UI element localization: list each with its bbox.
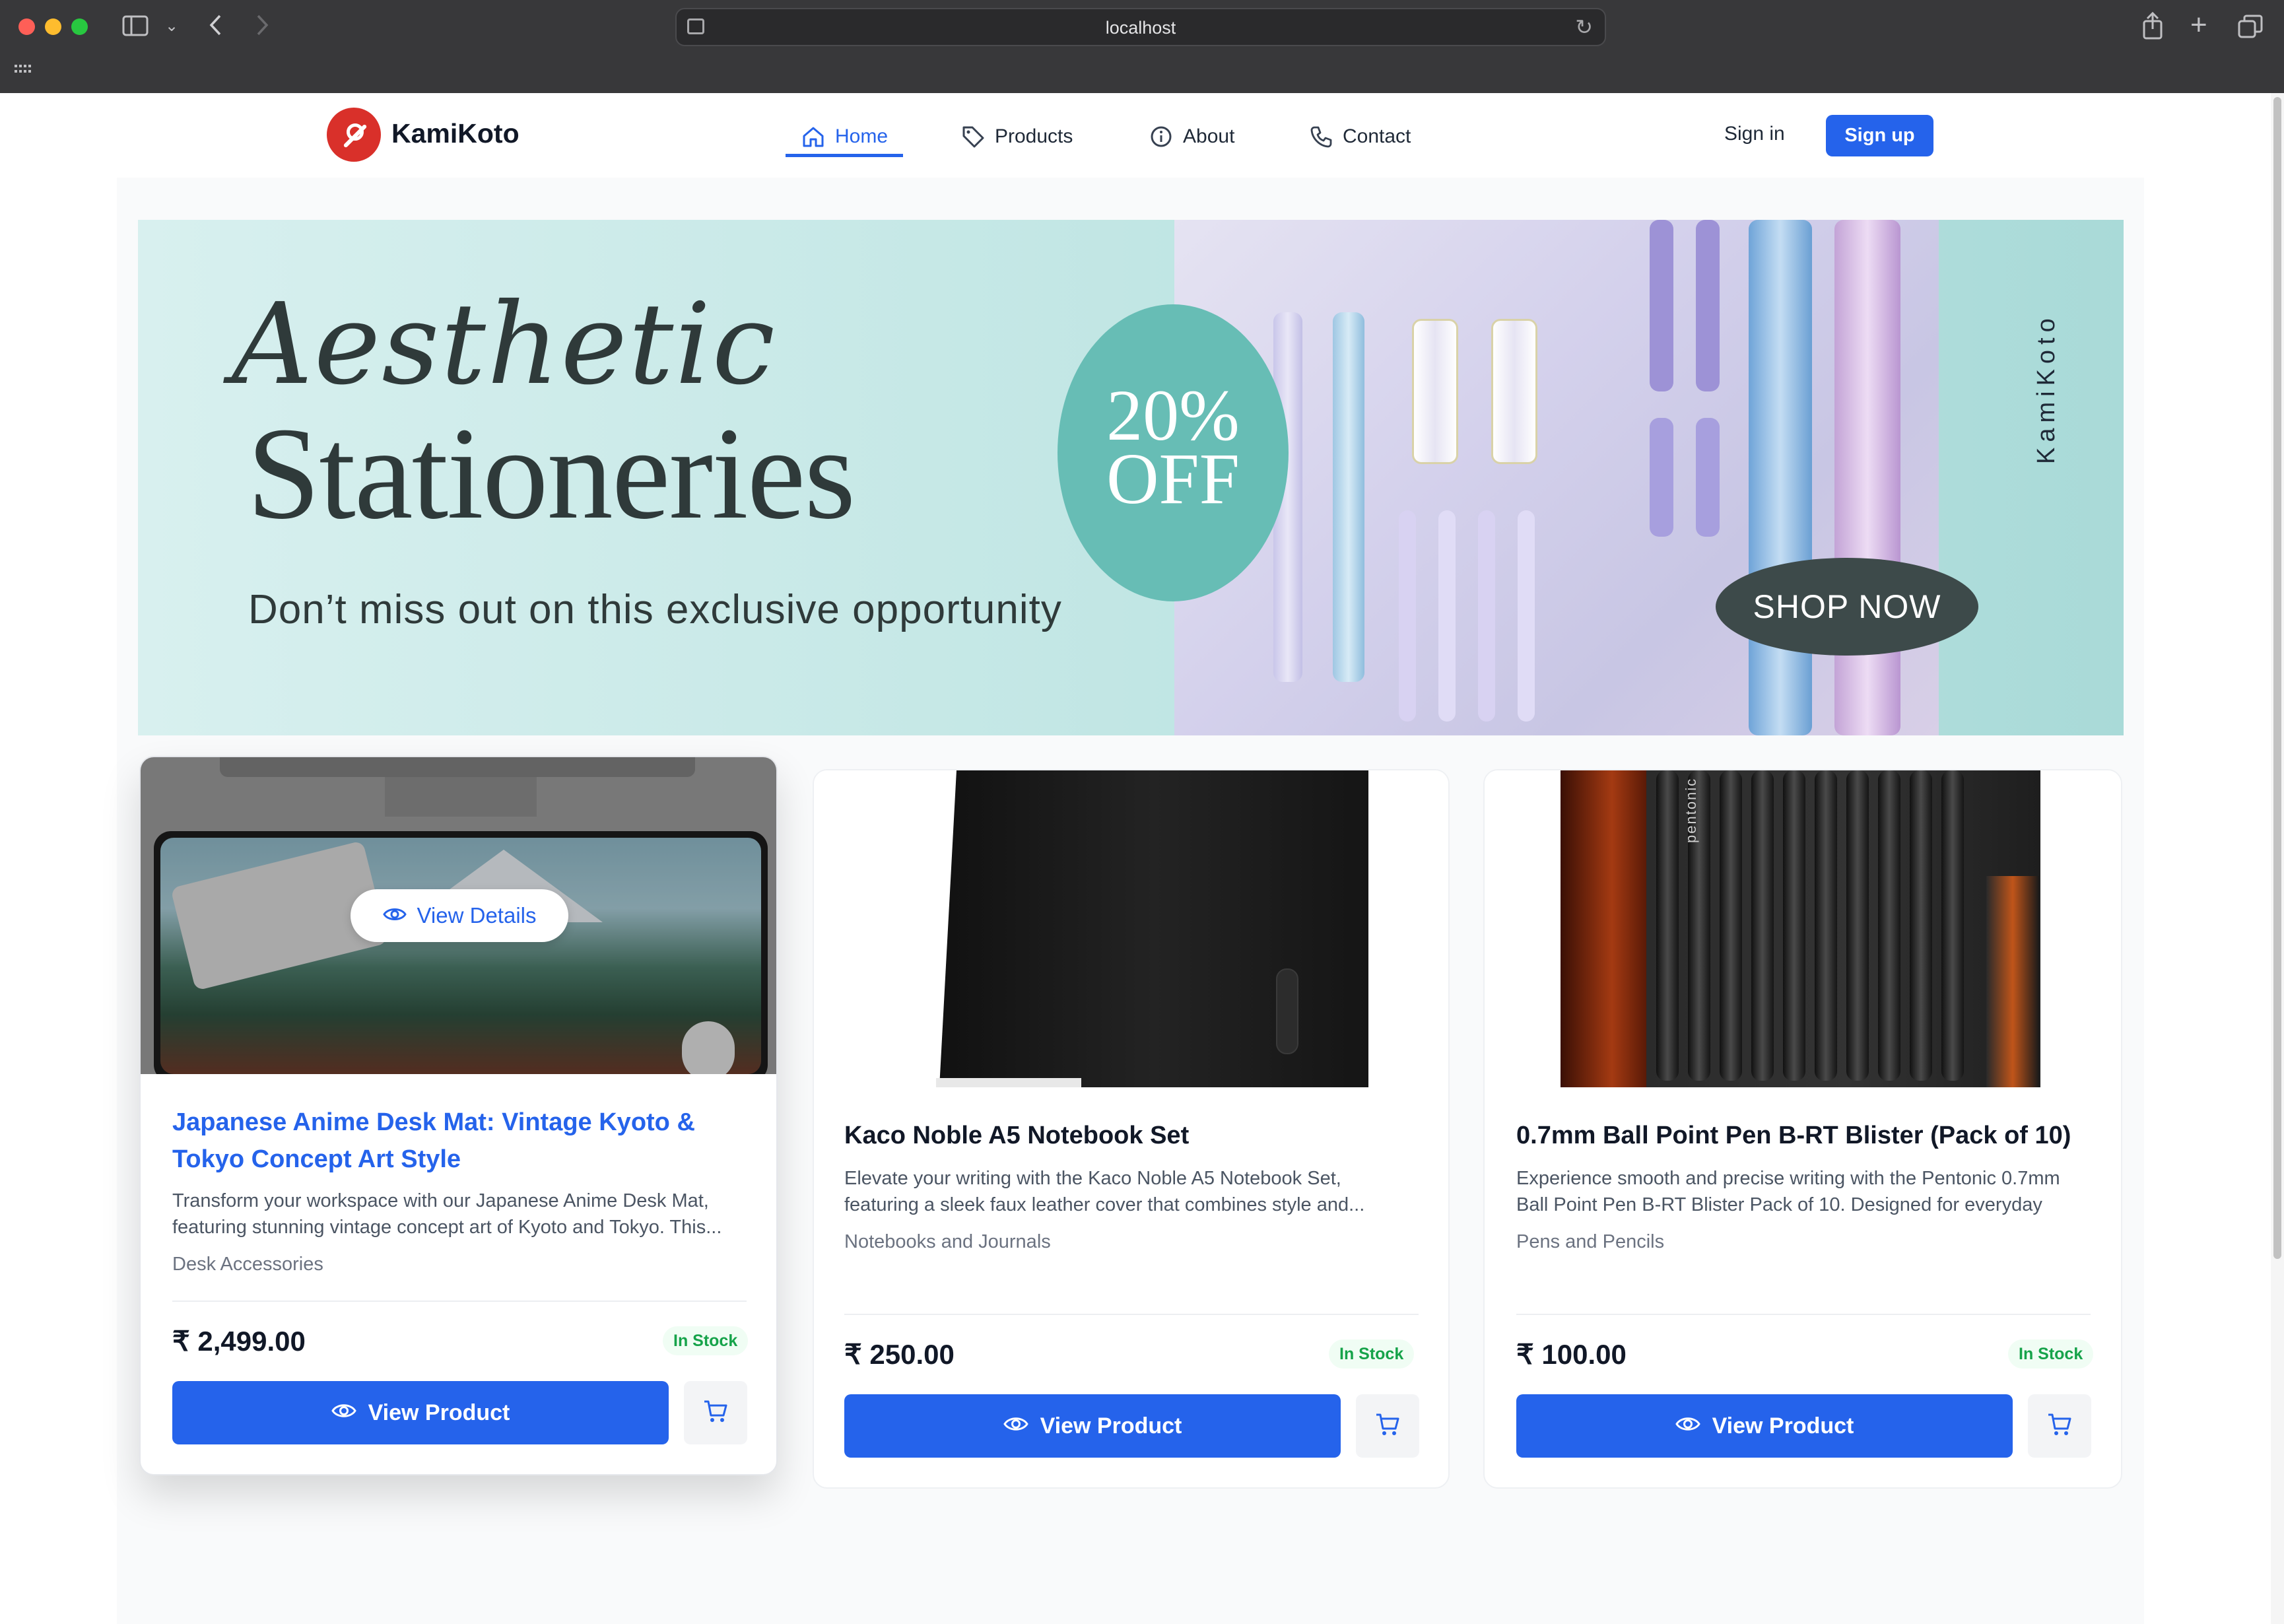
pen-shape (1878, 770, 1900, 1081)
close-window-button[interactable] (18, 18, 35, 35)
view-product-label: View Product (1712, 1413, 1854, 1438)
browser-chrome: ⌄ localhost ↻ + (0, 0, 2284, 93)
product-card[interactable]: View Details Japanese Anime Desk Mat: Vi… (139, 756, 778, 1475)
nav-home-label: Home (835, 125, 889, 147)
product-description: Experience smooth and precise writing wi… (1516, 1168, 2060, 1215)
product-price: ₹ 2,499.00 (172, 1326, 306, 1357)
product-card[interactable]: pentonic 0.7mm Ball Point Pen B-RT Blist… (1483, 769, 2122, 1489)
view-product-button[interactable]: View Product (1516, 1394, 2013, 1458)
sign-up-button[interactable]: Sign up (1826, 115, 1933, 156)
add-to-cart-button[interactable] (684, 1381, 747, 1444)
eye-icon (1003, 1413, 1028, 1439)
info-icon (1149, 124, 1174, 149)
shop-now-button[interactable]: SHOP NOW (1716, 558, 1978, 656)
product-price: ₹ 250.00 (844, 1339, 955, 1370)
product-category: Desk Accessories (172, 1254, 323, 1275)
minimize-window-button[interactable] (45, 18, 61, 35)
cart-icon (702, 1398, 729, 1428)
nav-active-indicator (786, 154, 903, 157)
add-to-cart-button[interactable] (2028, 1394, 2091, 1458)
product-image[interactable]: pentonic (1485, 770, 2121, 1087)
card-divider (844, 1314, 1419, 1315)
nav-contact-label: Contact (1343, 125, 1411, 147)
banner-pens-image (1174, 220, 1939, 735)
sidebar-toggle-icon[interactable] (122, 15, 149, 41)
stock-badge: In Stock (663, 1326, 749, 1355)
pen-shape (1846, 770, 1869, 1081)
nav-products[interactable]: Products (960, 121, 1073, 152)
url-text: localhost (1105, 18, 1176, 38)
discount-percent: 20% (1106, 375, 1240, 456)
nav-contact[interactable]: Contact (1308, 121, 1411, 152)
stock-badge: In Stock (2008, 1339, 2094, 1369)
pen-shape (1751, 770, 1774, 1081)
view-product-button[interactable]: View Product (172, 1381, 669, 1444)
nav-products-label: Products (995, 125, 1073, 147)
pen-shape (1910, 770, 1932, 1081)
page-scrollbar[interactable] (2271, 93, 2284, 1624)
product-title[interactable]: Japanese Anime Desk Mat: Vintage Kyoto &… (172, 1104, 747, 1178)
view-product-label: View Product (1040, 1413, 1182, 1438)
pen-shape (1720, 770, 1742, 1081)
apps-grid-icon[interactable] (15, 65, 32, 81)
view-product-label: View Product (368, 1400, 510, 1425)
chevron-down-icon[interactable]: ⌄ (165, 18, 178, 34)
banner-subtitle: Don’t miss out on this exclusive opportu… (248, 587, 1062, 632)
stock-badge: In Stock (1329, 1339, 1415, 1369)
discount-off: OFF (1106, 438, 1240, 519)
address-bar[interactable]: localhost ↻ (675, 8, 1606, 46)
cart-icon (1374, 1411, 1401, 1441)
nav-about-label: About (1183, 125, 1235, 147)
tag-icon (960, 124, 986, 149)
home-icon (801, 124, 826, 149)
share-icon[interactable] (2141, 11, 2164, 44)
card-divider (172, 1301, 747, 1302)
product-card[interactable]: Kaco Noble A5 Notebook Set Elevate your … (813, 769, 1450, 1489)
nav-about[interactable]: About (1149, 121, 1234, 152)
pen-shape (1783, 770, 1805, 1081)
view-details-button[interactable]: View Details (351, 889, 568, 942)
back-icon[interactable] (208, 13, 224, 41)
tab-overview-icon[interactable] (2238, 15, 2263, 42)
brand-logo-icon[interactable] (327, 108, 381, 162)
product-category: Notebooks and Journals (844, 1231, 1051, 1252)
pen-shape (1815, 770, 1837, 1081)
eye-icon (1675, 1413, 1700, 1439)
brand-name[interactable]: KamiKoto (391, 118, 520, 149)
forward-icon[interactable] (254, 13, 270, 41)
phone-icon (1308, 124, 1333, 149)
product-description: Transform your workspace with our Japane… (172, 1190, 722, 1238)
new-tab-icon[interactable]: + (2190, 11, 2207, 40)
scrollbar-thumb[interactable] (2273, 97, 2281, 1259)
product-price: ₹ 100.00 (1516, 1339, 1627, 1370)
sign-in-link[interactable]: Sign in (1724, 123, 1785, 145)
view-details-label: View Details (417, 903, 537, 928)
promo-banner[interactable]: Aesthetic Stationeries Don’t miss out on… (138, 220, 2124, 735)
product-description: Elevate your writing with the Kaco Noble… (844, 1168, 1365, 1215)
view-product-button[interactable]: View Product (844, 1394, 1341, 1458)
product-image[interactable] (814, 770, 1448, 1087)
product-category: Pens and Pencils (1516, 1231, 1665, 1252)
banner-vertical-brand: KamiKoto (2032, 313, 2060, 464)
banner-script-text: Aesthetic (232, 279, 776, 410)
reload-icon[interactable]: ↻ (1575, 15, 1593, 40)
maximize-window-button[interactable] (71, 18, 88, 35)
discount-badge: 20% OFF (1058, 304, 1289, 601)
eye-icon (331, 1400, 356, 1426)
product-title[interactable]: 0.7mm Ball Point Pen B-RT Blister (Pack … (1516, 1117, 2097, 1154)
eye-icon (382, 903, 407, 928)
product-image[interactable]: View Details (141, 757, 776, 1074)
nav-home[interactable]: Home (801, 121, 888, 152)
pen-brand-text: pentonic (1683, 777, 1699, 843)
site-header: KamiKoto Home Products About Contact Sig… (0, 93, 2258, 178)
pen-shape (1656, 770, 1679, 1081)
pen-shape (1941, 770, 1964, 1081)
card-divider (1516, 1314, 2091, 1315)
banner-title: Stationeries (247, 401, 856, 547)
add-to-cart-button[interactable] (1356, 1394, 1419, 1458)
cart-icon (2046, 1411, 2073, 1441)
product-title[interactable]: Kaco Noble A5 Notebook Set (844, 1117, 1419, 1154)
